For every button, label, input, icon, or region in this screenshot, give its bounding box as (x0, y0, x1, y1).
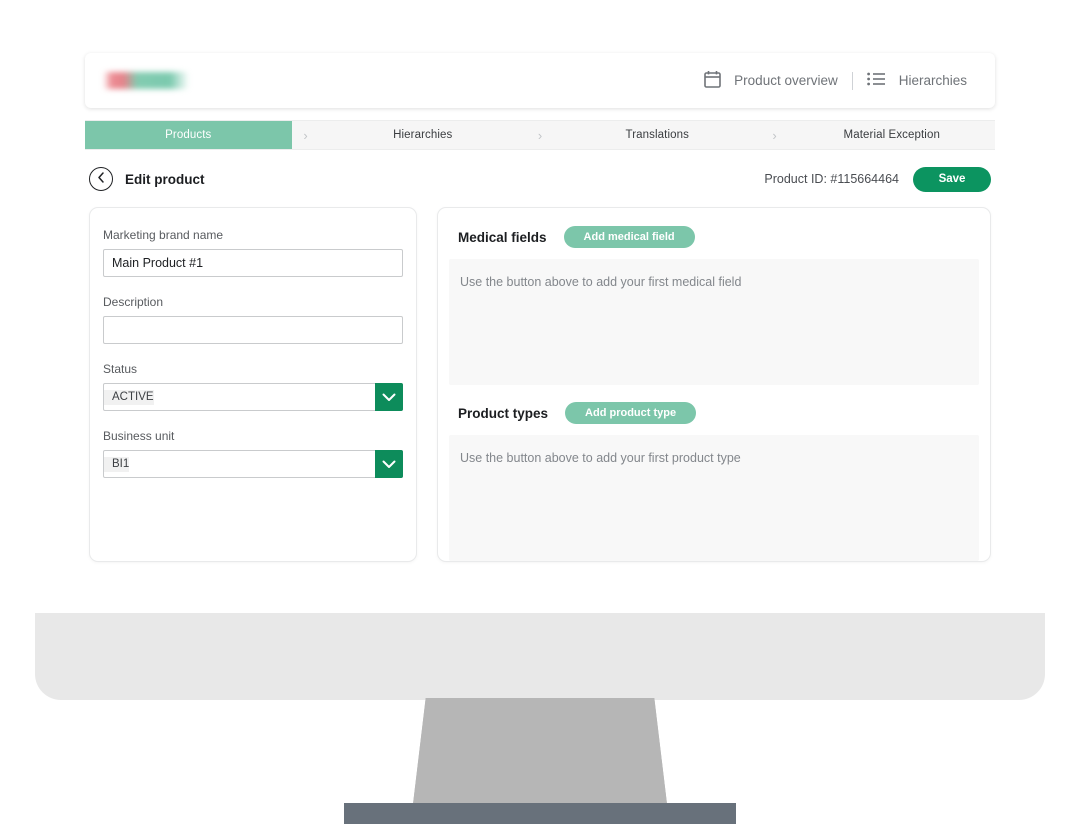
top-bar: Product overview Hierarchies (85, 53, 995, 108)
app-window: Product overview Hierarchies Products › … (75, 45, 1005, 568)
monitor-foot (344, 803, 736, 824)
tab-hierarchies[interactable]: Hierarchies (320, 121, 527, 149)
tab-translations-label: Translations (625, 129, 689, 141)
back-button[interactable] (89, 167, 113, 191)
product-form-card: Marketing brand name Description Status … (89, 207, 417, 562)
list-icon (866, 72, 886, 89)
tab-translations[interactable]: Translations (554, 121, 761, 149)
chevron-right-icon: › (772, 127, 777, 143)
field-marketing-brand-name: Marketing brand name (103, 228, 403, 277)
chevron-right-icon: › (303, 127, 308, 143)
calendar-icon (704, 70, 721, 91)
save-button[interactable]: Save (913, 166, 991, 192)
field-label: Status (103, 362, 138, 376)
nav-product-overview[interactable]: Product overview (690, 70, 852, 91)
tab-material-exception-label: Material Exception (843, 129, 940, 141)
content-area: Marketing brand name Description Status … (89, 207, 991, 562)
chevron-right-icon: › (537, 127, 543, 143)
product-id-label: Product ID: #115664464 (764, 172, 899, 186)
field-description: Description (103, 295, 403, 344)
tab-hierarchies-label: Hierarchies (393, 129, 453, 141)
page-header: Edit product Product ID: #115664464 Save (89, 162, 991, 196)
business-unit-select[interactable]: BI1 (103, 450, 403, 478)
medical-fields-header: Medical fields Add medical field (449, 221, 979, 259)
monitor-neck (413, 698, 667, 804)
tab-material-exception[interactable]: Material Exception (789, 121, 996, 149)
nav-hierarchies[interactable]: Hierarchies (853, 72, 981, 89)
field-label: Business unit (103, 429, 175, 443)
status-select[interactable]: ACTIVE (103, 383, 403, 411)
product-types-body: Use the button above to add your first p… (449, 435, 979, 561)
chevron-left-icon (97, 170, 105, 188)
product-types-title: Product types (458, 405, 549, 421)
page-header-actions: Product ID: #115664464 Save (764, 166, 991, 192)
field-business-unit: Business unit BI1 (103, 429, 403, 478)
monitor-base (35, 613, 1045, 700)
panel-divider-gap (449, 385, 979, 397)
medical-fields-empty-text: Use the button above to add your first m… (460, 275, 742, 289)
field-label: Marketing brand name (103, 228, 224, 242)
nav-hierarchies-label: Hierarchies (898, 73, 967, 88)
product-panels-card: Medical fields Add medical field Use the… (437, 207, 991, 562)
description-input[interactable] (103, 316, 403, 344)
marketing-brand-name-input[interactable] (103, 249, 403, 277)
medical-fields-body: Use the button above to add your first m… (449, 259, 979, 385)
product-types-header: Product types Add product type (449, 397, 979, 435)
top-bar-nav: Product overview Hierarchies (690, 70, 981, 91)
tab-products-label: Products (165, 129, 212, 141)
medical-fields-panel: Medical fields Add medical field Use the… (449, 221, 979, 385)
field-label: Description (103, 295, 164, 309)
add-product-type-button[interactable]: Add product type (565, 402, 697, 424)
medical-fields-title: Medical fields (458, 229, 547, 245)
status-select-value: ACTIVE (104, 389, 154, 405)
brand-logo[interactable] (103, 72, 189, 89)
chevron-down-icon[interactable] (375, 383, 403, 411)
page-title: Edit product (125, 171, 205, 187)
add-medical-field-button[interactable]: Add medical field (563, 226, 695, 248)
product-types-empty-text: Use the button above to add your first p… (460, 451, 741, 465)
chevron-down-icon[interactable] (375, 450, 403, 478)
product-types-panel: Product types Add product type Use the b… (449, 397, 979, 561)
tab-products[interactable]: Products (85, 121, 292, 149)
breadcrumb-tab-bar: Products › Hierarchies › Translations › … (85, 120, 995, 150)
nav-product-overview-label: Product overview (734, 73, 838, 88)
monitor-mockup: Product overview Hierarchies Products › … (0, 0, 1080, 824)
business-unit-select-value: BI1 (104, 456, 130, 472)
field-status: Status ACTIVE (103, 362, 403, 411)
